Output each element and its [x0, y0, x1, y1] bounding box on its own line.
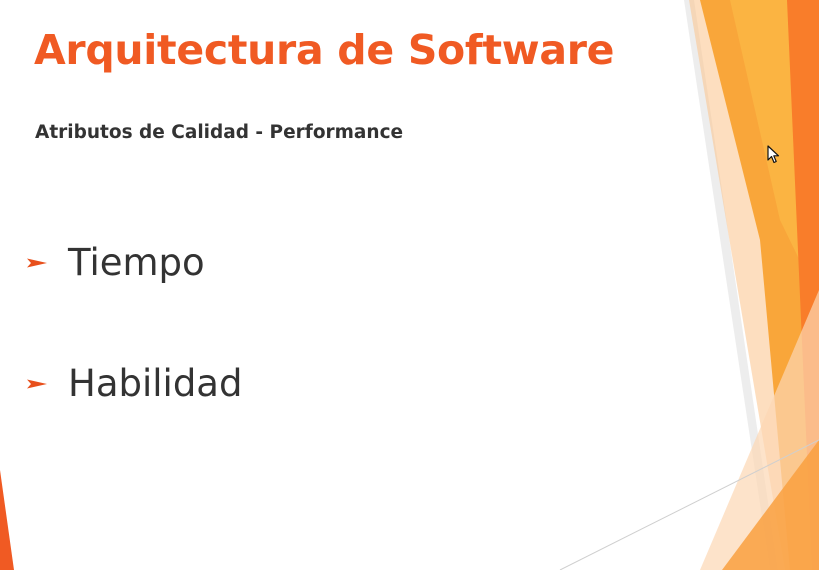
presentation-slide: Arquitectura de Software Atributos de Ca…: [0, 0, 819, 570]
bullet-item-tiempo: Tiempo: [27, 238, 205, 288]
bullet-item-habilidad: Habilidad: [27, 359, 242, 409]
slide-subtitle: Atributos de Calidad - Performance: [35, 122, 404, 143]
decor-left-sliver: [0, 470, 14, 570]
bullet-text: Habilidad: [68, 362, 243, 405]
bullet-text: Tiempo: [68, 241, 205, 284]
slide-title: Arquitectura de Software: [34, 26, 615, 74]
arrow-right-icon: [27, 257, 47, 269]
mouse-pointer-icon: [767, 145, 780, 164]
arrow-right-icon: [27, 378, 47, 390]
